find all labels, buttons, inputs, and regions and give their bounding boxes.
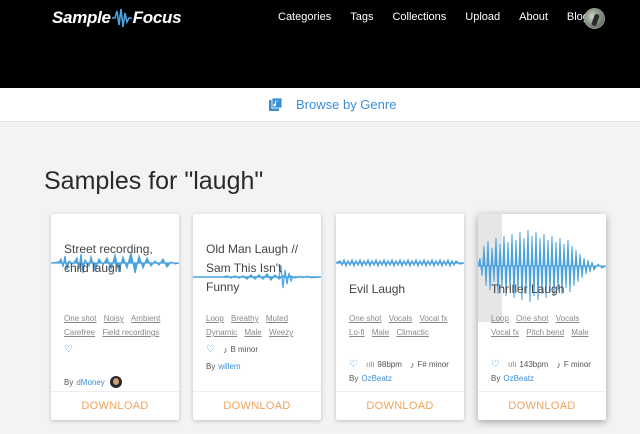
download-button[interactable]: DOWNLOAD (478, 391, 606, 420)
music-note-icon: ♪ (409, 359, 415, 370)
tag-link[interactable]: Lo-fi (349, 326, 365, 340)
logo-text-left: Sample (52, 8, 111, 27)
sample-meta: ♡ ıılı 143bpm ♪ F minor (491, 359, 591, 370)
tag-link[interactable]: Breathy (231, 312, 259, 326)
author-prefix: By (491, 374, 501, 383)
heart-icon[interactable]: ♡ (64, 344, 73, 355)
download-button[interactable]: DOWNLOAD (51, 391, 179, 420)
sample-key: F# minor (417, 360, 449, 369)
download-button[interactable]: DOWNLOAD (336, 391, 464, 420)
tag-link[interactable]: One shot (516, 312, 548, 326)
tag-link[interactable]: Vocal fx (420, 312, 448, 326)
sample-author: By dMoney (64, 376, 122, 388)
heart-icon[interactable]: ♡ (491, 359, 500, 370)
tag-link[interactable]: Loop (491, 312, 509, 326)
tag-list: Loop Breathy Muted Dynamic Male Weezy (206, 312, 318, 340)
tag-link[interactable]: Pitch bend (526, 326, 564, 340)
heart-icon[interactable]: ♡ (349, 359, 358, 370)
nav-tags[interactable]: Tags (350, 11, 373, 23)
sample-bpm: 98bpm (377, 360, 402, 369)
sample-card[interactable]: Evil Laugh One shot Vocals Vocal fx Lo-f… (336, 214, 464, 420)
tag-link[interactable]: Muted (266, 312, 288, 326)
sample-bpm: 143bpm (519, 360, 549, 369)
logo-text-right: Focus (132, 8, 182, 27)
heart-icon[interactable]: ♡ (206, 344, 215, 355)
tag-link[interactable]: Male (571, 326, 588, 340)
tag-link[interactable]: Field recordings (102, 326, 159, 340)
music-note-icon: ♪ (556, 359, 561, 370)
author-prefix: By (206, 362, 216, 371)
author-link[interactable]: OzBeatz (361, 374, 392, 383)
tag-link[interactable]: Weezy (269, 326, 293, 340)
download-button[interactable]: DOWNLOAD (193, 391, 321, 420)
waveform-logo-icon (111, 8, 132, 28)
nav-collections[interactable]: Collections (392, 11, 446, 23)
tag-link[interactable]: Dynamic (206, 326, 237, 340)
tag-link[interactable]: Male (372, 326, 389, 340)
samplefocus-logo[interactable]: Sample Focus (52, 6, 182, 30)
nav-upload[interactable]: Upload (465, 11, 500, 23)
author-link[interactable]: willem (218, 362, 240, 371)
tag-link[interactable]: Carefree (64, 326, 95, 340)
tag-link[interactable]: Noisy (104, 312, 124, 326)
nav-about[interactable]: About (519, 11, 548, 23)
author-link[interactable]: OzBeatz (503, 374, 534, 383)
tag-link[interactable]: Ambient (131, 312, 160, 326)
user-avatar[interactable] (584, 8, 605, 29)
sample-title[interactable]: Evil Laugh (349, 280, 459, 299)
tempo-icon: ıılı (365, 360, 375, 369)
tag-list: One shot Noisy Ambient Carefree Field re… (64, 312, 176, 340)
sample-meta: ♡ ıılı 98bpm ♪ F# minor (349, 359, 449, 370)
browse-by-genre-link[interactable]: Browse by Genre (269, 97, 396, 112)
tag-link[interactable]: One shot (349, 312, 381, 326)
sample-author: By OzBeatz (349, 374, 392, 383)
author-avatar[interactable] (109, 376, 122, 388)
music-folder-icon (269, 98, 282, 111)
sample-card[interactable]: Thriller Laugh Loop One shot Vocals Voca… (478, 214, 606, 420)
nav-categories[interactable]: Categories (278, 11, 331, 23)
tag-link[interactable]: Male (244, 326, 261, 340)
author-link[interactable]: dMoney (76, 378, 104, 387)
tag-link[interactable]: Vocals (556, 312, 580, 326)
tag-list: Loop One shot Vocals Vocal fx Pitch bend… (491, 312, 603, 340)
sample-author: By willem (206, 362, 241, 371)
sample-title[interactable]: Old Man Laugh // Sam This Isn't Funny (206, 240, 316, 297)
tag-link[interactable]: Loop (206, 312, 224, 326)
music-note-icon: ♪ (222, 344, 228, 355)
tag-link[interactable]: Vocals (389, 312, 413, 326)
sample-title[interactable]: Thriller Laugh (491, 280, 601, 299)
author-prefix: By (349, 374, 359, 383)
sample-meta: ♡ ♪ B minor (206, 344, 258, 355)
tempo-icon: ıılı (507, 360, 517, 369)
sample-key: F minor (563, 360, 591, 369)
author-prefix: By (64, 377, 74, 387)
tag-link[interactable]: Climactic (396, 326, 428, 340)
main-nav: Categories Tags Collections Upload About… (278, 11, 589, 23)
sample-card[interactable]: Old Man Laugh // Sam This Isn't Funny Lo… (193, 214, 321, 420)
tag-link[interactable]: Vocal fx (491, 326, 519, 340)
tag-link[interactable]: One shot (64, 312, 96, 326)
sample-title[interactable]: Street recording, child laugh (64, 240, 174, 278)
browse-by-genre-label: Browse by Genre (296, 97, 397, 112)
sample-card[interactable]: Street recording, child laugh One shot N… (51, 214, 179, 420)
sample-meta: ♡ (64, 344, 81, 355)
results-title: Samples for "laugh" (44, 167, 264, 195)
sample-key: B minor (230, 345, 259, 354)
genre-bar: Browse by Genre (0, 88, 640, 122)
tag-list: One shot Vocals Vocal fx Lo-fi Male Clim… (349, 312, 461, 340)
sample-author: By OzBeatz (491, 374, 534, 383)
top-navbar: Sample Focus Categories Tags Collections… (0, 0, 640, 88)
